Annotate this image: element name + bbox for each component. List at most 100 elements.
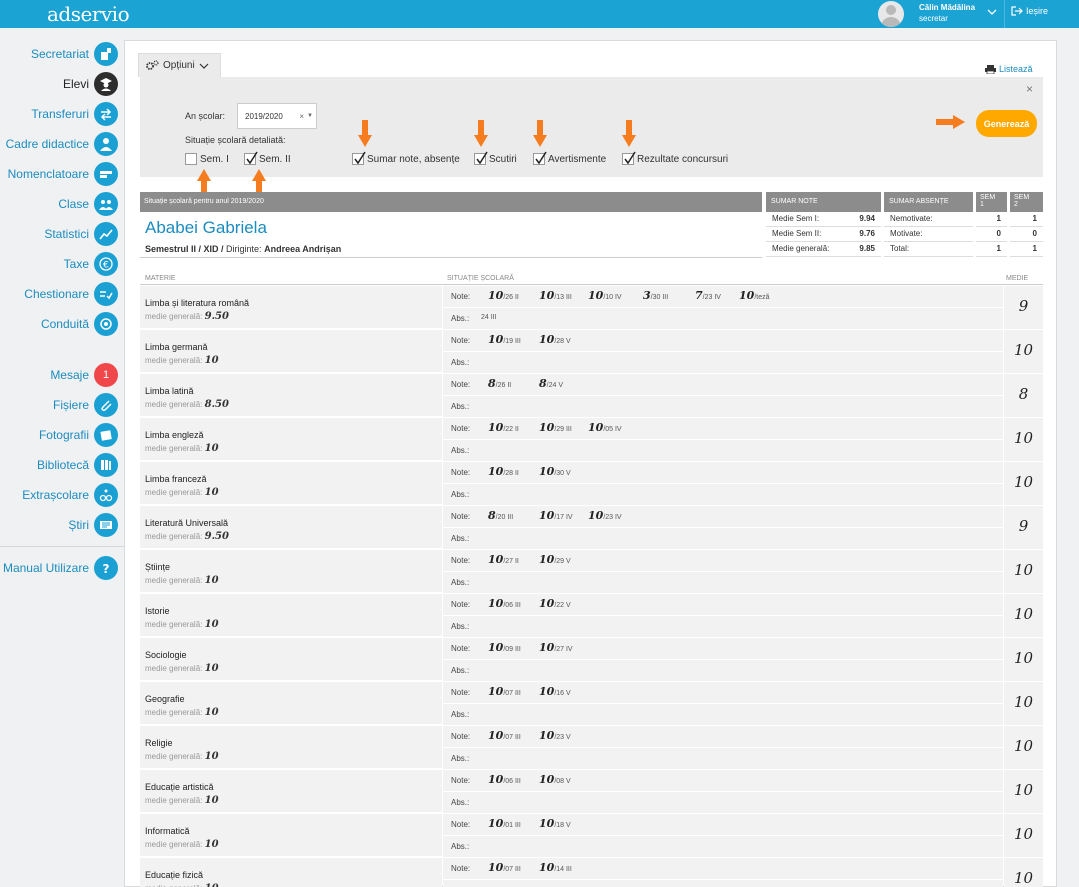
sem1-cell: 1 — [976, 212, 1007, 227]
checkbox-box[interactable] — [185, 153, 197, 165]
sumar-value: 1 — [996, 244, 1001, 253]
checkbox-avertismente[interactable]: Avertismente — [533, 151, 606, 165]
generate-button[interactable]: Generează — [976, 110, 1037, 137]
subject-name: Științe — [145, 562, 171, 572]
subject-cell: Limba germană medie generală: 10 — [140, 330, 442, 373]
situation-label: Situație școlară detaliată: — [185, 135, 286, 145]
main-panel: Opțiuni Listează × An școlar: 2019/2020 … — [124, 40, 1057, 887]
sumar-label: Medie Sem I: — [772, 214, 820, 223]
message-badge: 1 — [94, 363, 118, 387]
average-cell: 8 — [1004, 374, 1043, 417]
sidebar-item-stiri[interactable]: Știri — [0, 511, 124, 539]
sidebar-item-elevi[interactable]: Elevi — [0, 70, 124, 98]
table-row: Limba franceză medie generală: 10 Note: 1… — [140, 462, 1043, 506]
grade-date: /06 III — [503, 778, 521, 785]
subject-general-average: medie generală: 9.50 — [145, 531, 229, 542]
grade-value: 10 — [488, 729, 504, 742]
user-avatar[interactable] — [878, 1, 904, 27]
grade-date: /22 II — [503, 426, 519, 433]
absences-cell: Abs.: — [443, 484, 1003, 505]
grade-value: 10 — [539, 289, 555, 302]
subject-average: 10 — [1013, 869, 1034, 887]
checkbox-box[interactable] — [622, 151, 636, 165]
absences-cell: Abs.: — [443, 836, 1003, 857]
photo-icon — [94, 423, 118, 447]
checkbox-box[interactable] — [533, 151, 547, 165]
sidebar-item-label: Statistici — [44, 227, 89, 241]
mg-label: medie generală: — [145, 576, 203, 585]
sumar-label: Total: — [890, 244, 910, 253]
subject-cell: Limba franceză medie generală: 10 — [140, 462, 442, 505]
table-divider — [140, 284, 1043, 285]
grade-value: 10 — [488, 421, 504, 434]
checkbox-rezultate-concursuri[interactable]: Rezultate concursuri — [622, 151, 728, 165]
sidebar-item-nomenclatoare[interactable]: Nomenclatoare — [0, 160, 124, 188]
grade-value: 10 — [488, 597, 504, 610]
sidebar-item-conduita[interactable]: Conduită — [0, 310, 124, 338]
sidebar-item-statistici[interactable]: Statistici — [0, 220, 124, 248]
checkbox-scutiri[interactable]: Scutiri — [474, 151, 517, 165]
abs-label: Abs.: — [451, 490, 470, 499]
subject-cell: Științe medie generală: 10 — [140, 550, 442, 593]
sidebar-item-label: Extrașcolare — [22, 488, 89, 502]
user-name[interactable]: Călin Mădălina — [919, 3, 975, 12]
year-select[interactable]: 2019/2020 × ▼ — [237, 103, 317, 129]
grade: 3/30 III — [643, 289, 668, 302]
sidebar-item-transferuri[interactable]: Transferuri — [0, 100, 124, 128]
chevron-down-icon[interactable] — [985, 5, 999, 19]
sumar-note-title: SUMAR NOTE — [771, 198, 818, 205]
checkbox-box[interactable] — [474, 151, 488, 165]
sidebar-item-fisiere[interactable]: Fișiere — [0, 391, 124, 419]
sidebar-item-manual-utilizare[interactable]: Manual Utilizare? — [0, 554, 124, 582]
notes-cell: Note: 10/28 II 10/30 V — [443, 462, 1003, 483]
subject-cell: Istorie medie generală: 10 — [140, 594, 442, 637]
checkbox-sem-2[interactable]: Sem. II — [244, 151, 291, 165]
grade-value: 10 — [488, 641, 504, 654]
table-row: Limba și literatura română medie general… — [140, 286, 1043, 330]
table-row: Științe medie generală: 10 Note: 10/27 II… — [140, 550, 1043, 594]
options-tab-label: Opțiuni — [163, 60, 195, 71]
grade: 10/14 III — [539, 861, 572, 874]
checkbox-box[interactable] — [244, 151, 258, 165]
sidebar-item-secretariat[interactable]: Secretariat — [0, 40, 124, 68]
sidebar-item-mesaje[interactable]: Mesaje 1 — [0, 361, 124, 389]
sidebar-item-label: Mesaje — [50, 368, 89, 382]
clear-icon[interactable]: × — [299, 112, 304, 121]
sidebar-item-taxe[interactable]: Taxe € — [0, 250, 124, 278]
notes-cell: Note: 10/07 III 10/14 III — [443, 858, 1003, 879]
sidebar-item-chestionare[interactable]: Chestionare — [0, 280, 124, 308]
logout-button[interactable]: Ieșire — [1011, 6, 1048, 16]
arrow-down-icon — [622, 120, 636, 147]
sidebar-item-label: Clase — [58, 197, 89, 211]
mg-value: 9.50 — [204, 311, 229, 322]
print-button[interactable]: Listează — [985, 64, 1033, 74]
grade-date: /06 III — [503, 602, 521, 609]
sidebar-item-label: Fotografii — [38, 428, 89, 442]
grade-value: 10 — [588, 509, 604, 522]
grade: 10/teză — [739, 289, 770, 302]
sumar-note-row: Medie generală: 9.85 — [766, 242, 881, 257]
checkbox-box[interactable] — [352, 151, 366, 165]
sidebar-item-label: Elevi — [62, 77, 89, 91]
notes-cell: Note: 10/06 III 10/22 V — [443, 594, 1003, 615]
grade-value: 10 — [588, 421, 604, 434]
app-logo[interactable]: adservio — [47, 2, 130, 26]
sidebar-item-extrascolare[interactable]: Extrașcolare — [0, 481, 124, 509]
sidebar-item-biblioteca[interactable]: Bibliotecă — [0, 451, 124, 479]
sidebar-item-fotografii[interactable]: Fotografii — [0, 421, 124, 449]
sidebar-item-clase[interactable]: Clase — [0, 190, 124, 218]
subject-average: 10 — [1013, 429, 1034, 447]
checkbox-sem-1[interactable]: Sem. I — [185, 153, 229, 165]
subject-average: 10 — [1013, 825, 1034, 843]
abs-label: Abs.: — [451, 402, 470, 411]
notes-label: Note: — [451, 644, 471, 653]
close-icon[interactable]: × — [1026, 82, 1033, 96]
options-tab[interactable]: Opțiuni — [138, 53, 221, 77]
notes-cell: Note: 10/09 III 10/27 IV — [443, 638, 1003, 659]
checkbox-sumar-note[interactable]: Sumar note, absențe — [352, 151, 460, 165]
sidebar-item-cadre-didactice[interactable]: Cadre didactice — [0, 130, 124, 158]
subject-cell: Informatică medie generală: 10 — [140, 814, 442, 857]
subject-name: Limba latină — [145, 386, 194, 396]
grade-date: /17 IV — [554, 514, 573, 521]
grade: 10/17 IV — [539, 509, 573, 522]
